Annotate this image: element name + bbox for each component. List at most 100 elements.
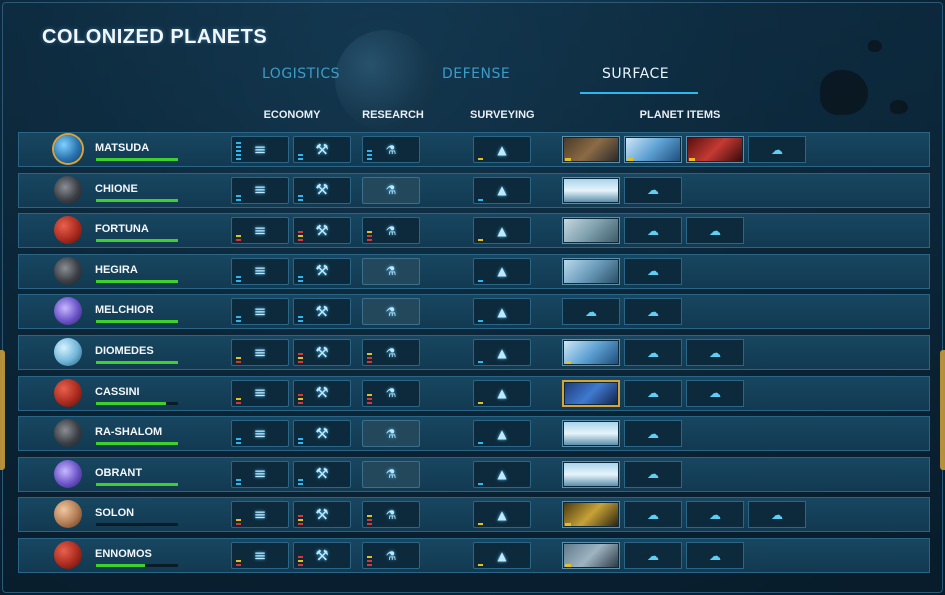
- planet-item-empty-slot[interactable]: ☁: [624, 420, 682, 448]
- economy-button[interactable]: ≡: [231, 501, 289, 529]
- surveying-button[interactable]: ▲: [473, 136, 531, 163]
- research-button[interactable]: ⚗: [362, 298, 420, 326]
- economy-button[interactable]: ≡: [231, 339, 289, 366]
- planet-row[interactable]: MATSUDA ≡ ⚒ ⚗ ▲ ☁: [18, 132, 930, 167]
- planet-row[interactable]: CASSINI ≡ ⚒ ⚗ ▲ ☁ ☁: [18, 375, 930, 411]
- planet-name[interactable]: SOLON: [95, 507, 134, 519]
- planet-item-empty-slot[interactable]: ☁: [624, 217, 682, 245]
- surveying-button[interactable]: ▲: [473, 460, 531, 488]
- research-button[interactable]: ⚗: [362, 501, 420, 529]
- surveying-button[interactable]: ▲: [473, 339, 531, 366]
- research-button[interactable]: ⚗: [362, 176, 420, 204]
- planet-name[interactable]: CASSINI: [95, 386, 140, 398]
- planet-item-image[interactable]: [562, 460, 620, 488]
- planet-item-image[interactable]: [562, 176, 620, 204]
- planet-item-image[interactable]: [562, 501, 620, 529]
- planet-item-image[interactable]: [562, 542, 620, 569]
- surveying-button[interactable]: ▲: [473, 217, 531, 245]
- surveying-button[interactable]: ▲: [473, 176, 531, 204]
- planet-item-image[interactable]: [562, 339, 620, 366]
- economy-button[interactable]: ≡: [231, 542, 289, 569]
- research-button[interactable]: ⚗: [362, 460, 420, 488]
- surveying-button[interactable]: ▲: [473, 420, 531, 448]
- planet-name[interactable]: HEGIRA: [95, 264, 138, 276]
- planet-row[interactable]: RA-SHALOM ≡ ⚒ ⚗ ▲ ☁: [18, 416, 930, 452]
- planet-item-empty-slot[interactable]: ☁: [686, 501, 744, 529]
- industry-button[interactable]: ⚒: [293, 339, 351, 366]
- planet-item-image[interactable]: [562, 136, 620, 163]
- economy-button[interactable]: ≡: [231, 257, 289, 285]
- planet-row[interactable]: CHIONE ≡ ⚒ ⚗ ▲ ☁: [18, 172, 930, 208]
- planet-name[interactable]: ENNOMOS: [95, 548, 152, 560]
- economy-button[interactable]: ≡: [231, 298, 289, 326]
- planet-row[interactable]: ENNOMOS ≡ ⚒ ⚗ ▲ ☁ ☁: [18, 538, 930, 573]
- planet-item-image[interactable]: [562, 420, 620, 448]
- planet-row[interactable]: MELCHIOR ≡ ⚒ ⚗ ▲ ☁ ☁: [18, 294, 930, 330]
- planet-item-empty-slot[interactable]: ☁: [748, 136, 806, 163]
- tab-defense[interactable]: DEFENSE: [442, 66, 510, 82]
- planet-item-empty-slot[interactable]: ☁: [686, 379, 744, 407]
- research-button[interactable]: ⚗: [362, 379, 420, 407]
- planet-name[interactable]: DIOMEDES: [95, 345, 154, 357]
- economy-button[interactable]: ≡: [231, 379, 289, 407]
- surveying-button[interactable]: ▲: [473, 379, 531, 407]
- left-edge-tab[interactable]: [0, 350, 5, 470]
- economy-button[interactable]: ≡: [231, 420, 289, 448]
- research-button[interactable]: ⚗: [362, 339, 420, 366]
- industry-button[interactable]: ⚒: [293, 136, 351, 163]
- industry-button[interactable]: ⚒: [293, 257, 351, 285]
- surveying-button[interactable]: ▲: [473, 542, 531, 569]
- industry-button[interactable]: ⚒: [293, 542, 351, 569]
- planet-item-empty-slot[interactable]: ☁: [686, 339, 744, 366]
- planet-item-empty-slot[interactable]: ☁: [624, 501, 682, 529]
- planet-item-empty-slot[interactable]: ☁: [686, 542, 744, 569]
- planet-name[interactable]: MELCHIOR: [95, 304, 154, 316]
- planet-row[interactable]: OBRANT ≡ ⚒ ⚗ ▲ ☁: [18, 456, 930, 492]
- tab-logistics[interactable]: LOGISTICS: [262, 66, 340, 82]
- planet-name[interactable]: CHIONE: [95, 183, 138, 195]
- research-button[interactable]: ⚗: [362, 217, 420, 245]
- industry-button[interactable]: ⚒: [293, 460, 351, 488]
- surveying-button[interactable]: ▲: [473, 257, 531, 285]
- planet-item-image[interactable]: [562, 217, 620, 245]
- industry-button[interactable]: ⚒: [293, 501, 351, 529]
- planet-item-empty-slot[interactable]: ☁: [624, 298, 682, 326]
- planet-name[interactable]: FORTUNA: [95, 223, 149, 235]
- right-edge-tab[interactable]: [940, 350, 945, 470]
- economy-button[interactable]: ≡: [231, 217, 289, 245]
- planet-item-empty-slot[interactable]: ☁: [624, 542, 682, 569]
- planet-name[interactable]: MATSUDA: [95, 142, 149, 154]
- planet-item-empty-slot[interactable]: ☁: [686, 217, 744, 245]
- planet-item-empty-slot[interactable]: ☁: [624, 257, 682, 285]
- economy-button[interactable]: ≡: [231, 136, 289, 163]
- planet-row[interactable]: HEGIRA ≡ ⚒ ⚗ ▲ ☁: [18, 253, 930, 289]
- surveying-button[interactable]: ▲: [473, 501, 531, 529]
- research-button[interactable]: ⚗: [362, 136, 420, 163]
- planet-item-image[interactable]: [562, 257, 620, 285]
- planet-row[interactable]: DIOMEDES ≡ ⚒ ⚗ ▲ ☁ ☁: [18, 335, 930, 370]
- industry-button[interactable]: ⚒: [293, 298, 351, 326]
- economy-button[interactable]: ≡: [231, 176, 289, 204]
- planet-item-empty-slot[interactable]: ☁: [562, 298, 620, 326]
- planet-item-image[interactable]: [624, 136, 682, 163]
- planet-item-empty-slot[interactable]: ☁: [624, 339, 682, 366]
- planet-item-empty-slot[interactable]: ☁: [624, 460, 682, 488]
- planet-item-empty-slot[interactable]: ☁: [748, 501, 806, 529]
- industry-button[interactable]: ⚒: [293, 420, 351, 448]
- planet-item-image[interactable]: [562, 379, 620, 407]
- planet-row[interactable]: SOLON ≡ ⚒ ⚗ ▲ ☁ ☁ ☁: [18, 497, 930, 533]
- planet-item-empty-slot[interactable]: ☁: [624, 379, 682, 407]
- planet-name[interactable]: RA-SHALOM: [95, 426, 162, 438]
- surveying-button[interactable]: ▲: [473, 298, 531, 326]
- tab-surface[interactable]: SURFACE: [602, 66, 669, 82]
- planet-row[interactable]: FORTUNA ≡ ⚒ ⚗ ▲ ☁ ☁: [18, 213, 930, 249]
- planet-name[interactable]: OBRANT: [95, 467, 142, 479]
- planet-item-empty-slot[interactable]: ☁: [624, 176, 682, 204]
- research-button[interactable]: ⚗: [362, 542, 420, 569]
- research-button[interactable]: ⚗: [362, 420, 420, 448]
- planet-item-image[interactable]: [686, 136, 744, 163]
- industry-button[interactable]: ⚒: [293, 217, 351, 245]
- industry-button[interactable]: ⚒: [293, 379, 351, 407]
- industry-button[interactable]: ⚒: [293, 176, 351, 204]
- research-button[interactable]: ⚗: [362, 257, 420, 285]
